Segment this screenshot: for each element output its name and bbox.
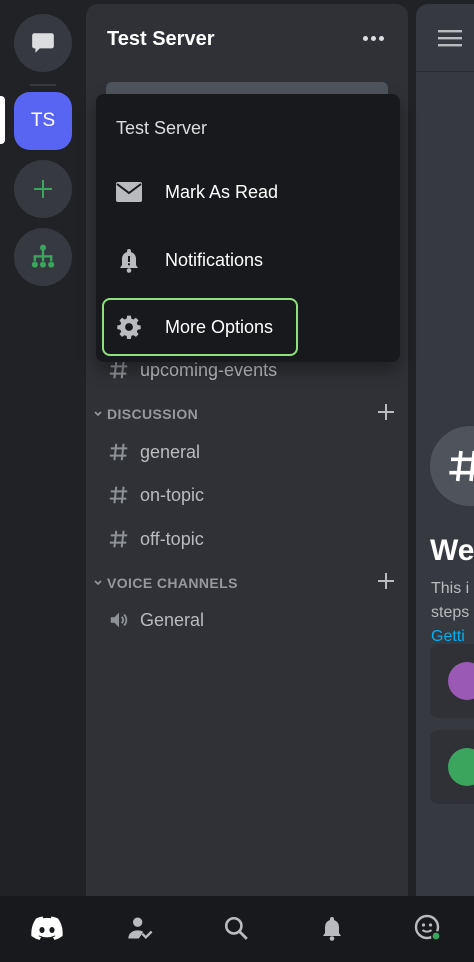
chat-panel: We This i steps Getti	[416, 4, 474, 896]
menu-item-label: More Options	[165, 316, 274, 337]
welcome-description: This i	[431, 580, 470, 597]
chevron-down-icon	[92, 408, 104, 420]
menu-item-label: Mark As Read	[165, 181, 279, 202]
hash-icon	[107, 440, 131, 464]
direct-messages-button[interactable]	[14, 14, 72, 72]
rail-separator	[30, 84, 56, 86]
chat-topbar	[416, 4, 474, 72]
bell-icon	[323, 917, 341, 941]
server-initials: TS	[30, 110, 56, 131]
nav-friends[interactable]	[122, 910, 158, 946]
bell-icon	[115, 246, 143, 274]
welcome-description: steps	[431, 604, 470, 621]
notifications-item[interactable]: Notifications	[104, 232, 392, 288]
channel-label: general	[140, 441, 201, 462]
category-voice-channels[interactable]: VOICE CHANNELS	[92, 573, 238, 593]
hamburger-menu-icon[interactable]	[438, 28, 462, 48]
server-name: Test Server	[107, 28, 215, 50]
channel-general[interactable]: general	[106, 435, 396, 469]
server-icon-test-server[interactable]: TS	[14, 92, 72, 150]
plus-icon	[34, 180, 52, 198]
voice-channel-general[interactable]: General	[106, 603, 396, 637]
hub-tree-icon	[31, 244, 55, 268]
gear-icon	[115, 313, 143, 341]
nav-profile[interactable]	[410, 910, 446, 946]
more-dots-icon[interactable]	[360, 26, 386, 50]
category-label: DISCUSSION	[107, 406, 199, 422]
friends-wave-icon	[128, 917, 153, 939]
category-discussion[interactable]: DISCUSSION	[92, 404, 198, 424]
channel-label: upcoming-events	[140, 359, 278, 380]
channel-label: off-topic	[140, 528, 204, 549]
hash-icon	[107, 483, 131, 507]
welcome-card-invite[interactable]	[430, 644, 474, 718]
more-options-item[interactable]: More Options	[102, 298, 298, 356]
server-context-menu: Test Server Mark As Read Notifications M…	[96, 94, 400, 362]
plus-icon	[378, 404, 394, 420]
speaker-icon	[107, 608, 131, 632]
server-rail: TS	[0, 0, 86, 896]
channel-label: on-topic	[140, 484, 205, 505]
menu-title: Test Server	[116, 118, 208, 138]
hash-icon	[107, 527, 131, 551]
channel-off-topic[interactable]: off-topic	[106, 522, 396, 556]
avatar-icon	[414, 914, 441, 941]
welcome-title: We	[430, 534, 474, 567]
chat-bubble-icon	[32, 33, 54, 53]
explore-servers-button[interactable]	[14, 228, 72, 286]
menu-item-label: Notifications	[165, 249, 264, 270]
plus-icon	[378, 573, 394, 589]
add-server-button[interactable]	[14, 160, 72, 218]
channel-on-topic[interactable]: on-topic	[106, 478, 396, 512]
nav-search[interactable]	[218, 910, 254, 946]
add-channel-button[interactable]	[376, 402, 396, 422]
chevron-down-icon	[92, 577, 104, 589]
search-icon	[224, 916, 248, 940]
invite-friends-icon	[448, 662, 474, 700]
channel-label: General	[140, 609, 205, 630]
mark-as-read-item[interactable]: Mark As Read	[104, 164, 392, 220]
envelope-icon	[115, 178, 143, 206]
welcome-card-personalize[interactable]	[430, 730, 474, 804]
discord-logo-icon	[31, 916, 63, 940]
nav-notifications[interactable]	[314, 910, 350, 946]
welcome-hash-icon	[430, 426, 474, 506]
category-label: VOICE CHANNELS	[107, 575, 238, 591]
nav-home[interactable]	[29, 910, 65, 946]
selected-server-indicator	[0, 96, 5, 144]
server-header[interactable]: Test Server	[86, 4, 408, 76]
add-voice-channel-button[interactable]	[376, 571, 396, 591]
personalize-icon	[448, 748, 474, 786]
bottom-navigation	[0, 896, 474, 962]
